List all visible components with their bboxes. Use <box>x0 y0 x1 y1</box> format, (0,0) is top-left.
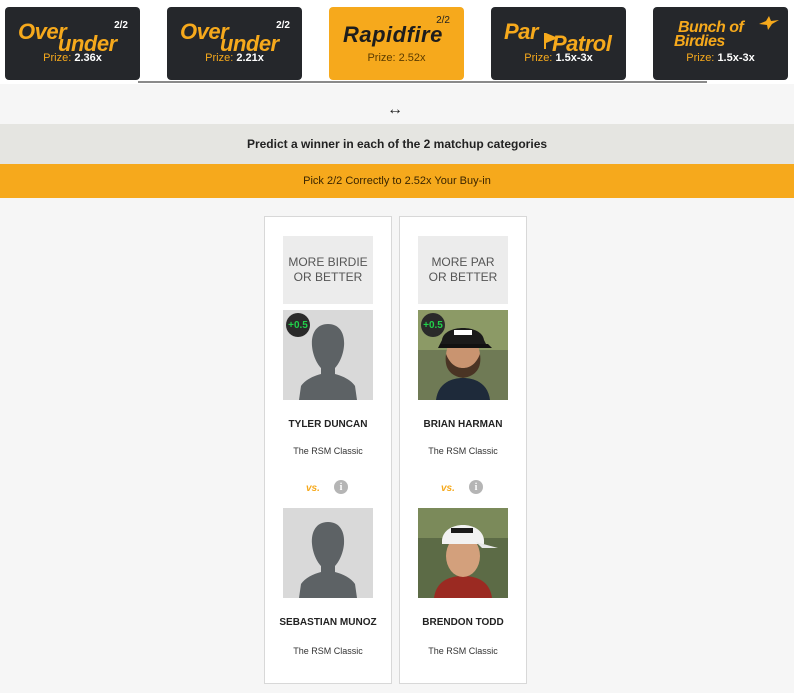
player-event: The RSM Classic <box>293 646 363 656</box>
player-event: The RSM Classic <box>293 446 363 456</box>
par-patrol-logo: Par Patrol <box>504 19 616 56</box>
player-name: BRIAN HARMAN <box>423 419 503 430</box>
tab-rapidfire[interactable]: 2/2 Rapidfire Prize: 2.52x <box>329 7 464 80</box>
pick-banner: Pick 2/2 Correctly to 2.52x Your Buy-in <box>0 164 794 198</box>
prize-label: Prize: <box>686 52 715 64</box>
rapidfire-logo: Rapidfire <box>342 19 454 53</box>
game-tabs: 2/2 Over under Prize: 2.36x 2/2 Over und… <box>0 0 794 84</box>
player-headshot-icon <box>418 508 508 598</box>
matchup-card-birdie: MORE BIRDIE OR BETTER +0.5 TYLER DUNCAN … <box>264 216 392 684</box>
over-under-logo: Over under <box>18 19 130 56</box>
matchup-card-par: MORE PAR OR BETTER +0.5 BRIAN HARMAN The… <box>399 216 527 684</box>
player-photo[interactable]: +0.5 <box>418 310 508 400</box>
tab-over-under-2[interactable]: 2/2 Over under Prize: 2.21x <box>167 7 302 80</box>
vs-label: vs. <box>306 483 320 494</box>
prize-value: 2.52x <box>398 52 426 64</box>
pick-banner-text: Pick 2/2 Correctly to 2.52x Your Buy-in <box>303 175 491 187</box>
tab-par-patrol[interactable]: Par Patrol Prize: 1.5x-3x <box>491 7 626 80</box>
player-name: BRENDON TODD <box>422 617 504 628</box>
category-label: MORE PAR OR BETTER <box>418 236 508 304</box>
instruction-text: Predict a winner in each of the 2 matchu… <box>246 137 548 151</box>
over-under-logo: Over under <box>180 19 292 56</box>
prize-value: 2.36x <box>74 52 102 64</box>
tabs-divider <box>138 81 707 83</box>
prize-label: Prize: <box>367 52 396 64</box>
player-name: SEBASTIAN MUNOZ <box>279 617 377 628</box>
tab-prize: Prize: 2.21x <box>167 52 302 64</box>
tab-prize: Prize: 2.36x <box>5 52 140 64</box>
handicap-badge: +0.5 <box>286 313 310 337</box>
bunch-of-birdies-logo: Bunch of Birdies <box>666 16 779 53</box>
tab-prize: Prize: 1.5x-3x <box>491 52 626 64</box>
resize-arrows-icon[interactable]: ↔ <box>387 102 403 118</box>
avatar-silhouette-icon <box>283 508 373 598</box>
info-icon[interactable]: i <box>469 480 483 494</box>
logo-word-1: Par <box>504 19 538 44</box>
tab-bunch-of-birdies[interactable]: Bunch of Birdies Prize: 1.5x-3x <box>653 7 788 80</box>
vs-label: vs. <box>441 483 455 494</box>
info-icon[interactable]: i <box>334 480 348 494</box>
prize-value: 1.5x-3x <box>555 52 593 64</box>
prize-value: 2.21x <box>236 52 264 64</box>
tab-over-under-1[interactable]: 2/2 Over under Prize: 2.36x <box>5 7 140 80</box>
bird-icon <box>758 15 780 34</box>
player-event: The RSM Classic <box>428 446 498 456</box>
prize-label: Prize: <box>205 52 234 64</box>
prize-label: Prize: <box>524 52 553 64</box>
logo-word-2: Birdies <box>674 33 725 50</box>
player-photo[interactable]: +0.5 <box>283 310 373 400</box>
prize-label: Prize: <box>43 52 72 64</box>
player-name: TYLER DUNCAN <box>288 419 368 430</box>
category-label: MORE BIRDIE OR BETTER <box>283 236 373 304</box>
player-event: The RSM Classic <box>428 646 498 656</box>
prize-value: 1.5x-3x <box>717 52 755 64</box>
handicap-badge: +0.5 <box>421 313 445 337</box>
instruction-banner: Predict a winner in each of the 2 matchu… <box>0 124 794 164</box>
tab-prize: Prize: 1.5x-3x <box>653 52 788 64</box>
logo-word: Rapidfire <box>343 22 443 47</box>
player-photo[interactable] <box>418 508 508 598</box>
player-photo[interactable] <box>283 508 373 598</box>
tab-prize: Prize: 2.52x <box>329 52 464 64</box>
